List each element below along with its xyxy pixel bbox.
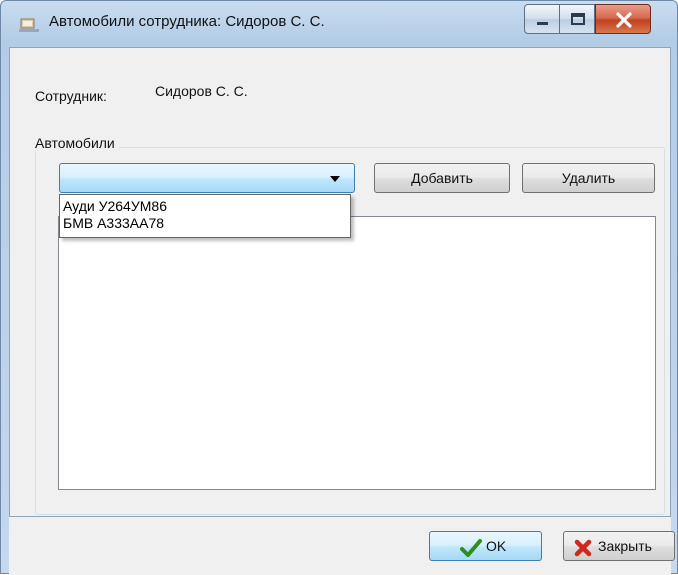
dropdown-item-audi[interactable]: Ауди У264УМ86 (63, 198, 167, 214)
add-button[interactable]: Добавить (374, 163, 510, 193)
employee-name: Сидоров С. С. (155, 83, 248, 99)
dialog-window: Автомобили сотрудника: Сидоров С. С. Сот… (0, 0, 678, 575)
ok-button[interactable]: OK (429, 531, 542, 561)
delete-button[interactable]: Удалить (522, 163, 655, 193)
red-x-icon (574, 538, 592, 566)
maximize-icon (571, 13, 585, 25)
dropdown-arrow-icon[interactable] (330, 176, 340, 182)
close-button[interactable]: Закрыть (563, 531, 675, 561)
minimize-button[interactable] (524, 4, 560, 34)
close-window-button[interactable] (595, 4, 651, 34)
window-title: Автомобили сотрудника: Сидоров С. С. (49, 13, 325, 30)
close-label: Закрыть (598, 538, 652, 554)
ok-label: OK (486, 538, 507, 554)
cars-listbox[interactable] (58, 216, 656, 490)
cars-group-title: Автомобили (35, 135, 119, 151)
minimize-icon (537, 22, 548, 25)
maximize-button[interactable] (559, 4, 595, 34)
car-dropdown-list: Ауди У264УМ86 БМВ А333АА78 (59, 194, 351, 238)
employee-label: Сотрудник: (35, 88, 107, 104)
car-select-combobox[interactable] (59, 163, 355, 193)
car-app-icon (19, 16, 39, 34)
dropdown-item-bmw[interactable]: БМВ А333АА78 (63, 215, 164, 231)
checkmark-icon (460, 538, 482, 566)
title-bar[interactable]: Автомобили сотрудника: Сидоров С. С. (1, 1, 677, 47)
close-icon (616, 12, 632, 28)
